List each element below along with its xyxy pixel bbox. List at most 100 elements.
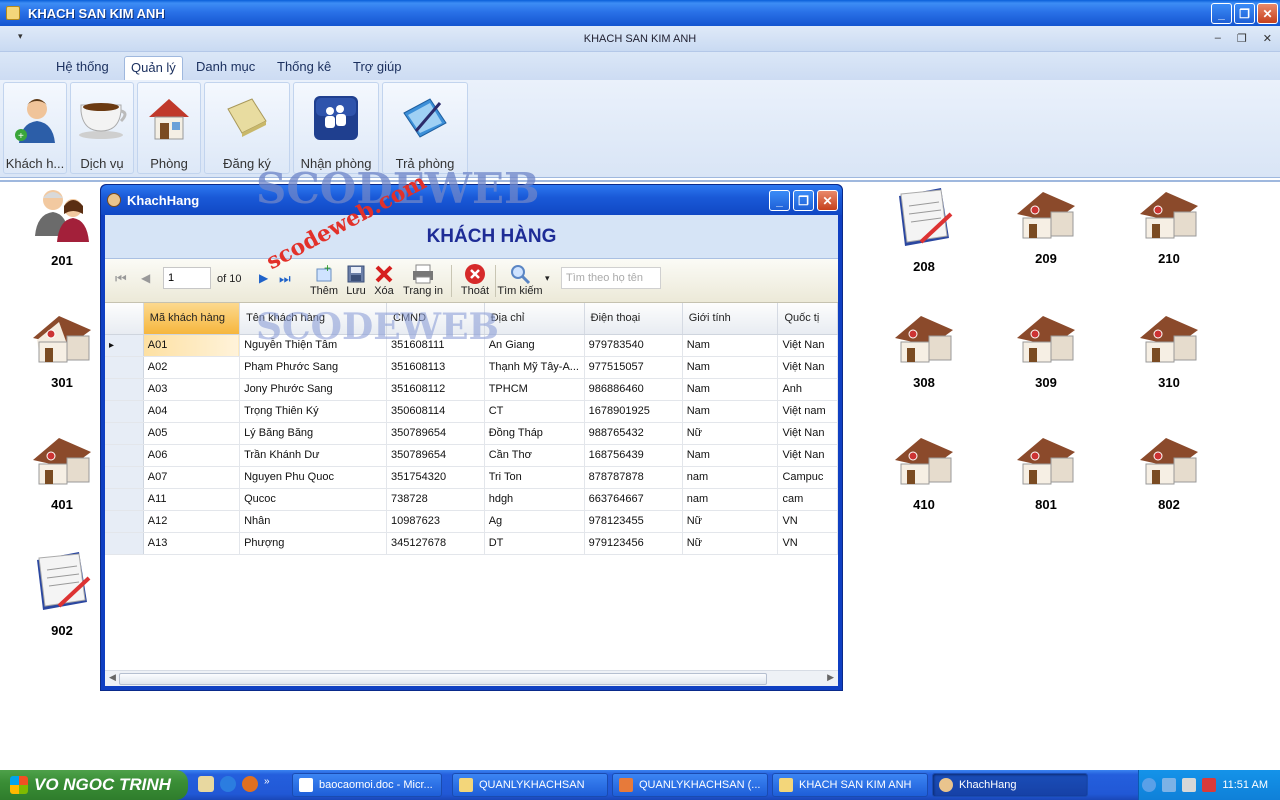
tab-he-thong[interactable]: Hệ thống [50, 56, 115, 80]
table-cell[interactable]: 978123455 [584, 510, 683, 533]
table-cell[interactable]: Phượng [239, 532, 388, 555]
table-cell[interactable]: A02 [143, 356, 241, 379]
table-cell[interactable]: Việt nam [777, 400, 838, 423]
row-header[interactable] [105, 400, 144, 423]
tab-quan-ly[interactable]: Quản lý [124, 56, 183, 80]
exit-button[interactable]: Thoát [457, 263, 493, 297]
table-cell[interactable]: 977515057 [584, 356, 683, 379]
table-cell[interactable]: Đồng Tháp [484, 422, 585, 445]
mdi-minimize-icon[interactable]: – [1215, 32, 1221, 45]
room-201[interactable]: 201 [22, 186, 102, 268]
minimize-button[interactable]: _ [1211, 3, 1232, 24]
column-header[interactable]: Điện thoại [584, 303, 683, 335]
table-row[interactable]: A06 Trần Khánh Dư 350789654 Cần Thơ 16875643… [105, 444, 838, 467]
table-cell[interactable]: Ag [484, 510, 585, 533]
table-cell[interactable]: nam [682, 488, 779, 511]
column-header[interactable]: Giới tính [682, 303, 779, 335]
table-cell[interactable]: 350789654 [386, 444, 485, 467]
clock[interactable]: 11:51 AM [1222, 779, 1268, 791]
table-cell[interactable]: A13 [143, 532, 241, 555]
row-header[interactable] [105, 488, 144, 511]
ribbon-room-button[interactable]: Phòng [137, 82, 201, 174]
table-cell[interactable]: 351608111 [386, 334, 485, 357]
table-cell[interactable]: Cần Thơ [484, 444, 585, 467]
table-row[interactable]: A05 Lý Băng Băng 350789654 Đồng Tháp 9887654… [105, 422, 838, 445]
table-row[interactable]: A03 Jony Phước Sang 351608112 TPHCM 98688646… [105, 378, 838, 401]
ribbon-register-button[interactable]: Đăng ký [204, 82, 290, 174]
khachhang-title-bar[interactable]: KhachHang _ ❐ ✕ [101, 185, 842, 215]
table-cell[interactable]: Nữ [682, 532, 779, 555]
table-cell[interactable]: Lý Băng Băng [239, 422, 388, 445]
table-cell[interactable]: Thạnh Mỹ Tây-A... [484, 356, 585, 379]
table-cell[interactable]: cam [777, 488, 838, 511]
room-209[interactable]: 209 [1006, 188, 1086, 266]
table-cell[interactable]: Nguyen Phu Quoc [239, 466, 388, 489]
next-record-icon[interactable]: ▶ [259, 271, 268, 285]
table-cell[interactable]: Nhân [239, 510, 388, 533]
search-dropdown-icon[interactable]: ▾ [545, 273, 550, 284]
room-410[interactable]: 410 [884, 434, 964, 512]
task-khachhang[interactable]: KhachHang [932, 773, 1088, 797]
table-cell[interactable]: An Giang [484, 334, 585, 357]
table-cell[interactable]: 168756439 [584, 444, 683, 467]
table-cell[interactable]: Nam [682, 444, 779, 467]
antivirus-icon[interactable] [1202, 778, 1217, 792]
monitor-icon[interactable] [1182, 778, 1197, 792]
firefox-icon[interactable] [242, 776, 258, 792]
table-cell[interactable]: 351608113 [386, 356, 485, 379]
last-record-icon[interactable]: ⏭ [279, 271, 291, 287]
task-word[interactable]: baocaomoi.doc - Micr... [292, 773, 442, 797]
column-header[interactable]: CMND [386, 303, 485, 335]
table-cell[interactable]: Jony Phước Sang [239, 378, 388, 401]
table-cell[interactable]: Nam [682, 400, 779, 423]
table-cell[interactable]: Tri Ton [484, 466, 585, 489]
prev-record-icon[interactable]: ◀ [141, 271, 150, 285]
table-cell[interactable]: A04 [143, 400, 241, 423]
search-button[interactable]: Tìm kiếm [497, 263, 543, 297]
table-cell[interactable]: 663764667 [584, 488, 683, 511]
page-input[interactable]: 1 [163, 267, 211, 289]
table-cell[interactable]: nam [682, 466, 779, 489]
ribbon-checkout-button[interactable]: Trả phòng [382, 82, 468, 174]
table-cell[interactable]: A06 [143, 444, 241, 467]
table-cell[interactable]: 345127678 [386, 532, 485, 555]
table-cell[interactable]: Anh [777, 378, 838, 401]
table-row[interactable]: A04 Trọng Thiên Ký 350608114 CT 1678901925 Na… [105, 400, 838, 423]
table-row[interactable]: ▸ A01 Nguyễn Thiện Tâm 351608111 An Giang 979… [105, 334, 838, 357]
notepad-icon[interactable] [198, 776, 214, 792]
app-title-bar[interactable]: KHACH SAN KIM ANH _ ❐ ✕ [0, 0, 1280, 26]
room-401[interactable]: 401 [22, 434, 102, 512]
close-button[interactable]: ✕ [1257, 3, 1278, 24]
table-cell[interactable]: A03 [143, 378, 241, 401]
scroll-left-icon[interactable]: ◀ [109, 672, 116, 683]
child-maximize-button[interactable]: ❐ [793, 190, 814, 211]
table-cell[interactable]: VN [777, 532, 838, 555]
network-icon[interactable] [1162, 778, 1177, 792]
table-cell[interactable]: 878787878 [584, 466, 683, 489]
row-header[interactable] [105, 466, 144, 489]
task-folder[interactable]: QUANLYKHACHSAN [452, 773, 608, 797]
mdi-restore-icon[interactable]: ❐ [1237, 32, 1247, 45]
table-cell[interactable]: Nam [682, 356, 779, 379]
horizontal-scrollbar[interactable]: ◀ ▶ [105, 670, 838, 686]
child-close-button[interactable]: ✕ [817, 190, 838, 211]
table-cell[interactable]: VN [777, 510, 838, 533]
scroll-right-icon[interactable]: ▶ [827, 672, 834, 683]
table-cell[interactable]: Việt Nan [777, 356, 838, 379]
print-button[interactable]: Trang in [401, 263, 445, 297]
table-cell[interactable]: DT [484, 532, 585, 555]
table-cell[interactable]: TPHCM [484, 378, 585, 401]
column-header[interactable]: Địa chỉ [484, 303, 585, 335]
table-cell[interactable]: 738728 [386, 488, 485, 511]
child-minimize-button[interactable]: _ [769, 190, 790, 211]
room-301[interactable]: 301 [22, 312, 102, 390]
table-cell[interactable]: 979783540 [584, 334, 683, 357]
tray-arrow-icon[interactable] [1142, 778, 1157, 792]
table-cell[interactable]: Việt Nan [777, 444, 838, 467]
task-vs[interactable]: QUANLYKHACHSAN (... [612, 773, 768, 797]
table-cell[interactable]: Nam [682, 378, 779, 401]
search-input[interactable]: Tìm theo họ tên [561, 267, 661, 289]
table-cell[interactable]: Qucoc [239, 488, 388, 511]
mdi-close-icon[interactable]: ✕ [1263, 32, 1272, 45]
table-cell[interactable]: 1678901925 [584, 400, 683, 423]
